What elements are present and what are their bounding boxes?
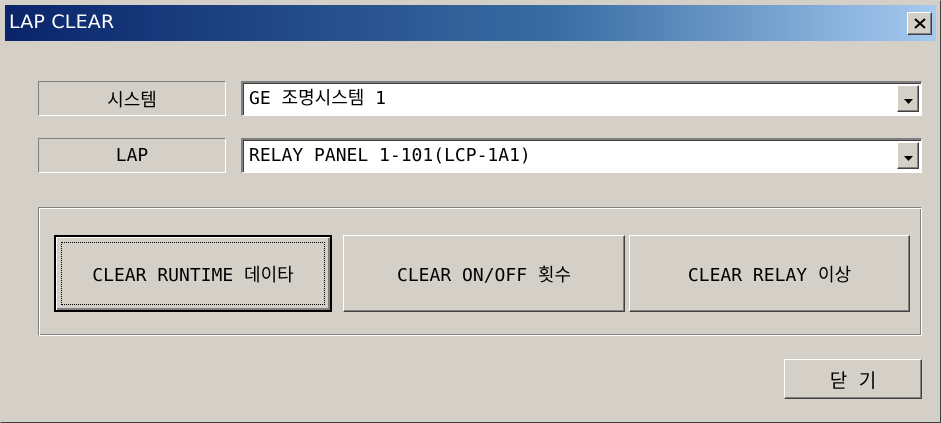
system-label-text: 시스템: [107, 89, 157, 111]
close-icon: [913, 18, 926, 29]
clear-runtime-button[interactable]: CLEAR RUNTIME 데이타: [54, 235, 332, 312]
chevron-down-icon: [903, 89, 913, 108]
clear-onoff-label: CLEAR ON/OFF 횟수: [397, 264, 571, 286]
title-close-button[interactable]: [907, 12, 932, 35]
clear-relay-label: CLEAR RELAY 이상: [687, 264, 852, 286]
close-button[interactable]: 닫 기: [784, 359, 922, 399]
clear-onoff-button[interactable]: CLEAR ON/OFF 횟수: [343, 235, 625, 312]
lap-label: LAP: [38, 138, 226, 173]
lap-clear-dialog: LAP CLEAR 시스템 GE 조명시스템 1 LAP RELAY PANEL…: [0, 0, 941, 423]
lap-label-text: LAP: [115, 145, 149, 166]
system-dropdown-button[interactable]: [897, 85, 919, 112]
window-title: LAP CLEAR: [9, 11, 115, 33]
system-label: 시스템: [38, 81, 226, 116]
clear-runtime-label: CLEAR RUNTIME 데이타: [92, 264, 294, 286]
system-select[interactable]: GE 조명시스템 1: [241, 81, 922, 116]
lap-select-value: RELAY PANEL 1-101(LCP-1A1): [249, 145, 531, 166]
close-button-label: 닫 기: [829, 369, 877, 392]
system-select-value: GE 조명시스템 1: [249, 88, 386, 109]
clear-relay-button[interactable]: CLEAR RELAY 이상: [629, 235, 910, 312]
lap-dropdown-button[interactable]: [897, 142, 919, 169]
lap-select[interactable]: RELAY PANEL 1-101(LCP-1A1): [241, 138, 922, 173]
chevron-down-icon: [903, 146, 913, 165]
title-bar[interactable]: LAP CLEAR: [5, 5, 936, 41]
